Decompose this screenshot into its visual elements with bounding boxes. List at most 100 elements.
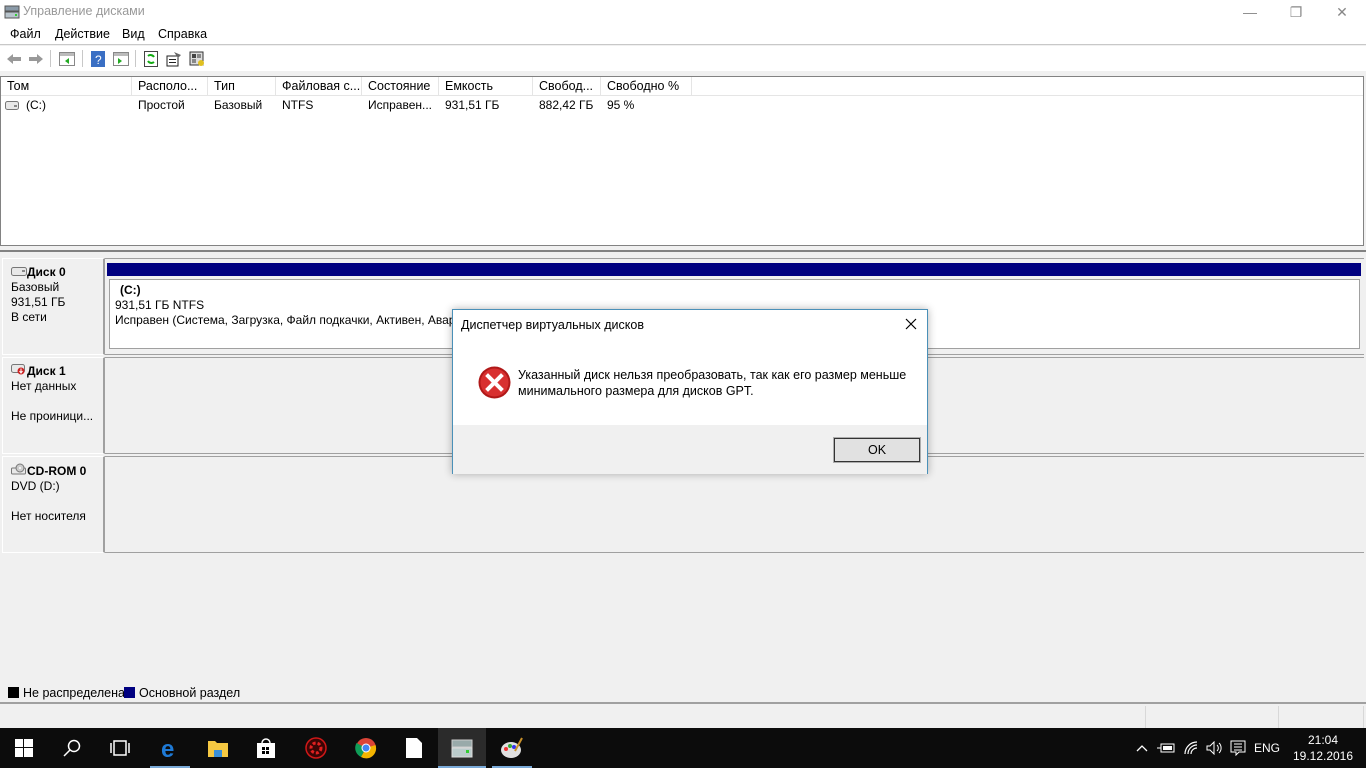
toolbar-separator (50, 50, 51, 67)
error-dialog: Диспетчер виртуальных дисков Указанный д… (452, 309, 928, 474)
cdrom-0-label[interactable]: CD-ROM 0 DVD (D:) Нет носителя (2, 456, 105, 553)
disk-0-label[interactable]: Диск 0 Базовый 931,51 ГБ В сети (2, 258, 105, 355)
disk-1-label[interactable]: Диск 1 Нет данных Не проиници... (2, 357, 105, 454)
action-center-button[interactable] (1227, 728, 1249, 768)
properties-icon (166, 51, 181, 66)
search-icon (63, 739, 81, 757)
toolbar: ? (0, 46, 1366, 71)
ok-button[interactable]: OK (833, 437, 921, 463)
minimize-button[interactable]: — (1227, 0, 1273, 24)
taskbar-app-chrome[interactable] (342, 728, 390, 768)
battery-tray-button[interactable] (1155, 728, 1177, 768)
properties-button[interactable] (165, 50, 183, 67)
status-separator (1145, 706, 1146, 728)
windows-logo-icon (15, 739, 33, 757)
disk-1-state: Не проиници... (11, 409, 94, 423)
cell-filesystem: NTFS (282, 98, 314, 112)
menu-view[interactable]: Вид (122, 27, 145, 41)
show-hide-console-tree-button[interactable] (58, 50, 76, 67)
show-hidden-icons-button[interactable] (1133, 728, 1151, 768)
legend-swatch-primary (124, 687, 135, 698)
forward-button[interactable] (27, 50, 45, 67)
taskbar-app-disk-management[interactable] (438, 728, 486, 768)
column-header-filesystem[interactable]: Файловая с... (276, 77, 362, 96)
cell-layout: Простой (138, 98, 185, 112)
cell-free-space: 882,42 ГБ (539, 98, 594, 112)
cell-free-percent: 95 % (607, 98, 635, 112)
back-icon (7, 53, 21, 64)
folder-icon (208, 741, 228, 757)
svg-text:?: ? (95, 53, 102, 67)
back-button[interactable] (5, 50, 23, 67)
minimize-icon: — (1243, 4, 1257, 20)
refresh-button[interactable] (142, 50, 160, 67)
task-view-icon (110, 740, 130, 756)
taskbar-app-edge[interactable]: e (146, 728, 194, 768)
column-header-status[interactable]: Состояние (362, 77, 439, 96)
drive-icon (5, 101, 19, 110)
cell-capacity: 931,51 ГБ (445, 98, 500, 112)
menu-bar: Файл Действие Вид Справка (0, 24, 1366, 45)
store-icon (257, 738, 275, 758)
disk-management-icon (451, 739, 473, 758)
volume-tray-button[interactable] (1203, 728, 1225, 768)
settings-icon (189, 51, 204, 66)
clock[interactable]: 21:04 19.12.2016 (1290, 728, 1356, 768)
refresh-icon (144, 50, 158, 67)
status-separator (1278, 706, 1279, 728)
dialog-close-button[interactable] (901, 314, 921, 334)
window-title: Управление дисками (23, 4, 145, 18)
status-bar (0, 706, 1366, 728)
disk-0-type: Базовый (11, 280, 60, 294)
table-row[interactable]: (C:) Простой Базовый NTFS Исправен... 93… (1, 97, 1363, 115)
search-button[interactable] (48, 728, 96, 768)
forward-icon (29, 53, 43, 64)
taskbar-app-paint[interactable] (488, 728, 536, 768)
restore-button[interactable]: ❐ (1273, 0, 1319, 24)
menu-help[interactable]: Справка (158, 27, 207, 41)
hard-disk-icon (11, 267, 27, 276)
column-header-free-percent[interactable]: Свободно % (601, 77, 692, 96)
toolbar-separator (135, 50, 136, 67)
chevron-up-icon (1136, 745, 1148, 752)
network-tray-button[interactable] (1180, 728, 1202, 768)
clock-time: 21:04 (1307, 733, 1339, 747)
cell-volume: (C:) (26, 98, 46, 112)
column-header-type[interactable]: Тип (208, 77, 276, 96)
menu-file[interactable]: Файл (10, 27, 41, 41)
legend: Не распределена Основной раздел (0, 684, 1366, 704)
column-header-capacity[interactable]: Емкость (439, 77, 533, 96)
taskbar-app-file-explorer[interactable] (194, 728, 242, 768)
close-button[interactable]: ✕ (1319, 0, 1365, 24)
notification-icon (1230, 740, 1246, 756)
column-header-layout[interactable]: Располо... (132, 77, 208, 96)
task-view-button[interactable] (96, 728, 144, 768)
svg-text:e: e (161, 737, 174, 759)
settings-button[interactable] (188, 50, 206, 67)
menu-action[interactable]: Действие (55, 27, 110, 41)
partition-bar-primary (107, 263, 1361, 276)
dialog-footer: OK (453, 425, 927, 474)
volume-list-header: Том Располо... Тип Файловая с... Состоян… (1, 77, 1363, 96)
close-icon: ✕ (1336, 3, 1348, 20)
red-gear-icon (305, 737, 327, 759)
start-button[interactable] (0, 728, 48, 768)
taskbar-app-red-gear[interactable] (292, 728, 340, 768)
cell-status: Исправен... (368, 98, 433, 112)
battery-icon (1157, 743, 1175, 753)
column-header-volume[interactable]: Том (1, 77, 132, 96)
taskbar-app-notepad[interactable] (390, 728, 438, 768)
clock-date: 19.12.2016 (1292, 749, 1354, 763)
document-icon (406, 738, 422, 758)
taskbar-app-store[interactable] (242, 728, 290, 768)
help-button[interactable]: ? (89, 50, 107, 67)
toolbar-separator (82, 50, 83, 67)
uninitialized-disk-icon (11, 364, 25, 375)
disk-1-name: Диск 1 (27, 364, 66, 378)
speaker-icon (1206, 741, 1222, 755)
show-hide-action-pane-button[interactable] (112, 50, 130, 67)
language-indicator[interactable]: ENG (1251, 728, 1283, 768)
cdrom-0-type: DVD (D:) (11, 479, 60, 493)
show-hide-action-pane-icon (113, 51, 129, 66)
column-header-free-space[interactable]: Свобод... (533, 77, 601, 96)
